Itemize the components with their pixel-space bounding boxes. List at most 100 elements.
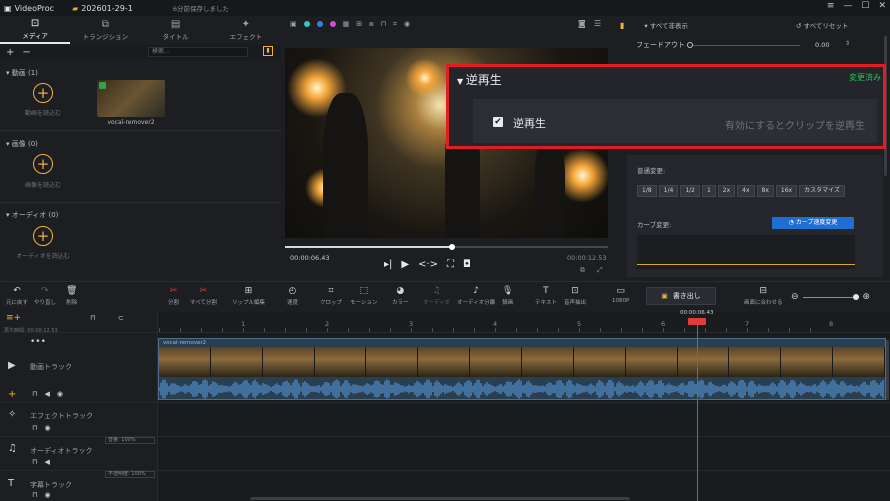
image-section-title[interactable]: ▾ 画像 (0): [6, 139, 38, 149]
marker-icon[interactable]: ◘: [463, 259, 471, 270]
add-video-track-icon[interactable]: +: [8, 389, 16, 400]
eye-icon[interactable]: ◉: [44, 424, 50, 432]
fade-out-value[interactable]: 0.00: [815, 41, 829, 49]
text-button[interactable]: T テキスト: [535, 286, 557, 306]
reverse-checkbox[interactable]: ✔: [493, 117, 503, 127]
lock-icon[interactable]: ⊓: [32, 390, 37, 398]
ripple-edit-button[interactable]: ⊞ リップル編集: [232, 286, 265, 306]
record-button[interactable]: 🎙 録画: [502, 286, 513, 306]
speed-8x[interactable]: 8x: [756, 185, 774, 197]
color-dot-blue[interactable]: [316, 21, 323, 27]
zoom-out-icon[interactable]: ⊖: [791, 292, 799, 302]
audio-button[interactable]: ♫ オーディオ: [423, 286, 450, 306]
tab-media[interactable]: ⊡ メディア: [0, 16, 71, 44]
media-thumbnail[interactable]: [97, 80, 165, 117]
tab-effect[interactable]: ✦ エフェクト: [211, 16, 281, 44]
maximize-icon[interactable]: ☐: [861, 1, 869, 11]
search-input[interactable]: 検索...: [148, 47, 248, 57]
eye-icon[interactable]: ◉: [57, 390, 63, 398]
speed-1-2[interactable]: 1/2: [680, 185, 700, 197]
motion-button[interactable]: ⬚ モーション: [350, 286, 377, 306]
hide-all-button[interactable]: ▾ すべて非表示: [644, 20, 688, 30]
add-audio-button[interactable]: +: [33, 226, 53, 246]
track-lock-icon[interactable]: ⊓: [90, 314, 95, 322]
speaker-icon[interactable]: ◀: [44, 458, 49, 466]
voice-extract-button[interactable]: ⊡ 音声抽出: [564, 286, 586, 306]
panel-toggle-icon[interactable]: ▮: [263, 46, 273, 56]
prev-next-frame-icon[interactable]: <·>: [418, 259, 438, 270]
lock-icon[interactable]: ⊓: [381, 20, 386, 28]
redo-button[interactable]: ↷ やり直し: [34, 286, 56, 306]
speed-4x[interactable]: 4x: [737, 185, 755, 197]
lock-icon[interactable]: ⊓: [32, 424, 37, 432]
crop-guide-icon[interactable]: ⌗: [393, 20, 397, 29]
color-dot-magenta[interactable]: [329, 21, 336, 27]
preview-scrubber[interactable]: [285, 244, 608, 250]
pip-icon[interactable]: ⧉: [580, 266, 585, 275]
settings-icon[interactable]: ☰: [594, 19, 601, 28]
split-all-button[interactable]: ✂ すべて分割: [190, 286, 217, 306]
fade-out-handle[interactable]: [687, 42, 693, 48]
color-dot-cyan[interactable]: [303, 21, 310, 27]
remove-icon[interactable]: −: [22, 47, 30, 58]
speaker-icon[interactable]: ◀: [44, 390, 49, 398]
magnet-icon[interactable]: ⊂: [118, 314, 124, 322]
resolution-button[interactable]: ▭ 1080P: [612, 286, 629, 304]
play-icon[interactable]: ▶: [401, 259, 409, 270]
time-ruler[interactable]: 1 2 3 4 5 6 7 8: [158, 314, 890, 332]
grid-icon[interactable]: ▦: [343, 20, 350, 28]
reverse-header[interactable]: ▼ 逆再生: [457, 71, 502, 88]
zoom-handle[interactable]: [852, 293, 859, 300]
fullscreen-icon[interactable]: ⛶: [447, 259, 454, 270]
panel-toggle-icon[interactable]: ▮: [620, 21, 624, 30]
add-video-button[interactable]: +: [33, 83, 53, 103]
speed-button[interactable]: ◴ 速度: [287, 286, 298, 306]
audio-split-button[interactable]: ♪ オーディオ分離: [457, 286, 495, 306]
curve-speed-button[interactable]: ◔ カーブ速度変更: [772, 217, 854, 229]
more-icon[interactable]: •••: [30, 337, 46, 347]
lock-icon[interactable]: ⊓: [32, 491, 37, 499]
eye-icon[interactable]: ◉: [44, 491, 50, 499]
speed-16x[interactable]: 16x: [775, 185, 798, 197]
video-section-title[interactable]: ▾ 動画 (1): [6, 68, 38, 78]
add-image-button[interactable]: +: [33, 154, 53, 174]
opacity-indicator[interactable]: 不透明度: 100%: [105, 471, 155, 478]
lock-icon[interactable]: ⊓: [32, 458, 37, 466]
align-icon[interactable]: ⊞: [356, 20, 362, 28]
split-button[interactable]: ✂ 分割: [168, 286, 179, 306]
volume-indicator[interactable]: 音量: 100%: [105, 437, 155, 444]
delete-button[interactable]: 🗑 削除: [66, 286, 77, 306]
snapshot-icon[interactable]: ◙: [578, 19, 586, 28]
reverse-checkbox-label[interactable]: 逆再生: [513, 115, 546, 131]
scrubber-handle[interactable]: [449, 244, 455, 250]
fit-screen-button[interactable]: ⊟ 画面に合わせる: [744, 286, 783, 306]
crop-button[interactable]: ⌗ クロップ: [320, 286, 342, 306]
speed-1-4[interactable]: 1/4: [658, 185, 679, 197]
fade-out-slider[interactable]: [687, 42, 800, 48]
speed-2x[interactable]: 2x: [717, 185, 736, 197]
curve-editor[interactable]: [637, 235, 855, 269]
minimize-icon[interactable]: —: [843, 1, 852, 11]
step-back-icon[interactable]: ▸|: [384, 259, 392, 270]
menu-icon[interactable]: ≡: [827, 1, 835, 11]
video-clip[interactable]: vocal-remover2: [158, 338, 886, 400]
tab-transition[interactable]: ⧉ トランジション: [70, 16, 140, 44]
stepper-icon[interactable]: ⇕: [845, 40, 850, 47]
tab-title[interactable]: ▤ タイトル: [141, 16, 211, 44]
timeline-hscroll[interactable]: [250, 497, 630, 500]
eye-icon[interactable]: ◉: [404, 20, 410, 28]
speed-custom[interactable]: カスタマイズ: [799, 185, 845, 197]
layout-icon[interactable]: ⧈: [369, 20, 373, 29]
playhead[interactable]: [697, 318, 698, 501]
timeline-vscroll[interactable]: [886, 340, 889, 400]
expand-icon[interactable]: ⤢: [597, 266, 603, 275]
zoom-slider[interactable]: [802, 293, 859, 300]
speed-1[interactable]: 1: [701, 185, 716, 197]
export-button[interactable]: ▣ 書き出し: [646, 287, 716, 305]
frame-icon[interactable]: ▣: [290, 20, 297, 28]
add-icon[interactable]: +: [6, 47, 14, 58]
reset-all-button[interactable]: ↺ すべてリセット: [796, 20, 848, 30]
close-icon[interactable]: ✕: [878, 1, 886, 11]
zoom-in-icon[interactable]: ⊕: [863, 292, 871, 302]
speed-1-8[interactable]: 1/8: [637, 185, 657, 197]
